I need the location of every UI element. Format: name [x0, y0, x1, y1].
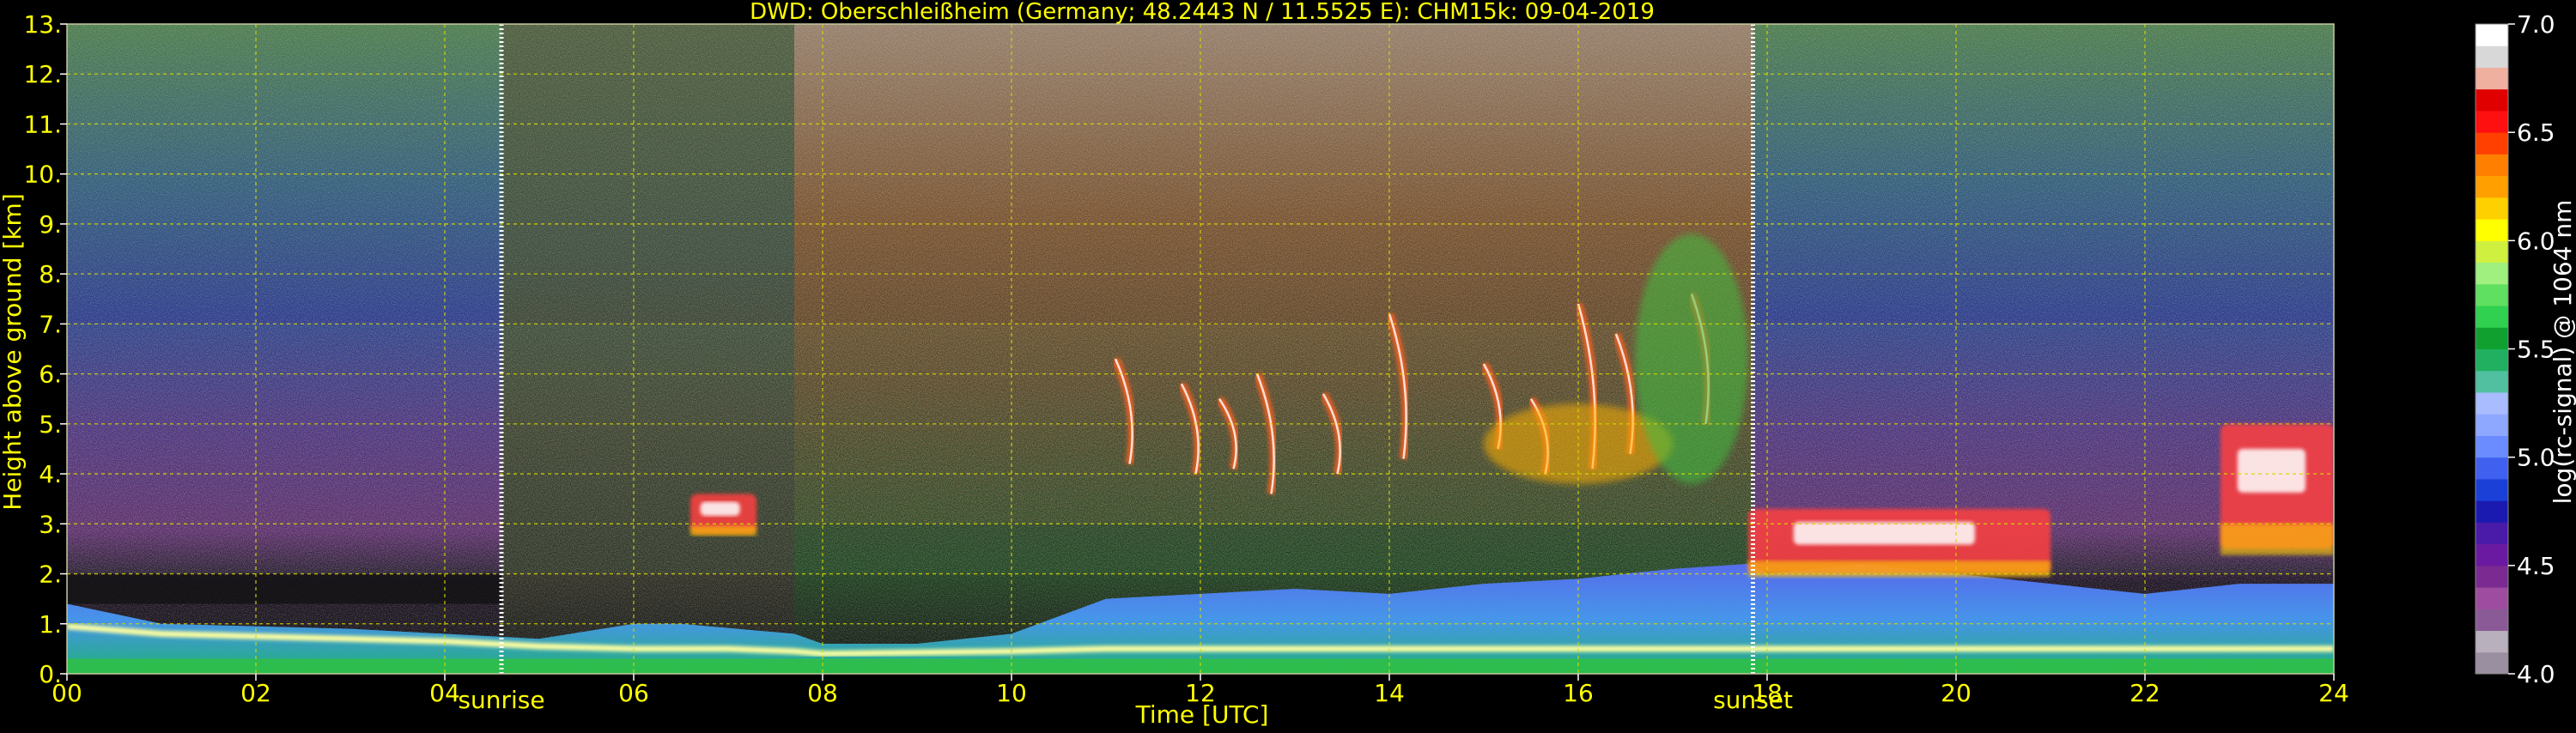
- y-axis-label: Height above ground [km]: [0, 193, 27, 511]
- colorbar-segment: [2476, 609, 2508, 632]
- x-tick-label: 10: [996, 679, 1027, 707]
- x-tick-label: 06: [618, 679, 649, 707]
- chart-title: DWD: Oberschleißheim (Germany; 48.2443 N…: [750, 0, 1655, 25]
- colorbar-segment: [2476, 24, 2508, 46]
- colorbar-segment: [2476, 110, 2508, 133]
- colorbar-segment: [2476, 327, 2508, 349]
- cloud-core: [1793, 521, 1975, 545]
- marker-label-sunrise: sunrise: [458, 686, 544, 714]
- colorbar-tick-label: 4.5: [2517, 552, 2555, 580]
- colorbar-segment: [2476, 651, 2508, 675]
- y-tick-label: 0.: [39, 660, 62, 688]
- colorbar-segment: [2476, 240, 2508, 264]
- y-tick-label: 2.: [39, 560, 62, 589]
- chart-figure: sunrise sunset 00 02 04 06 08 10 12 14 16 18 20 22 24…: [0, 0, 2576, 730]
- colorbar-segment: [2476, 391, 2508, 415]
- feature-4: [2221, 423, 2334, 555]
- x-tick-label: 14: [1374, 679, 1405, 707]
- colorbar-segment: [2476, 370, 2508, 393]
- colorbar-tick-label: 7.0: [2517, 10, 2555, 39]
- x-tick-label: 18: [1752, 679, 1783, 707]
- colorbar-segment: [2476, 435, 2508, 458]
- y-tick-label: 1.: [39, 610, 62, 639]
- x-tick-label: 24: [2318, 679, 2349, 707]
- feature-3: [1748, 508, 2050, 578]
- y-tick-label: 7.: [39, 310, 62, 338]
- x-tick-label: 16: [1563, 679, 1594, 707]
- colorbar-segment: [2476, 132, 2508, 154]
- colorbar-segment: [2476, 543, 2508, 566]
- colorbar-segment: [2476, 457, 2508, 480]
- cloud-base: [690, 525, 756, 536]
- y-tick-label: 4.: [39, 460, 62, 488]
- colorbar-segment: [2476, 587, 2508, 609]
- colorbar-segment: [2476, 197, 2508, 220]
- x-axis-label: Time [UTC]: [1135, 700, 1269, 729]
- colorbar-segment: [2476, 283, 2508, 306]
- colorbar-segment: [2476, 500, 2508, 523]
- colorbar-segment: [2476, 154, 2508, 177]
- y-tick-label: 10.: [23, 161, 62, 189]
- y-tick-label: 3.: [39, 510, 62, 538]
- chart-svg: sunrise sunset 00 02 04 06 08 10 12 14 16 18 20 22 24…: [0, 0, 2576, 729]
- colorbar-segment: [2476, 306, 2508, 328]
- colorbar-segment: [2476, 478, 2508, 501]
- colorbar-segment: [2476, 219, 2508, 241]
- x-tick-label: 08: [807, 679, 838, 707]
- colorbar-tick-label: 6.5: [2517, 118, 2555, 147]
- y-tick-label: 9.: [39, 210, 62, 239]
- feature-1: [690, 494, 756, 536]
- colorbar-segment: [2476, 262, 2508, 285]
- x-tick-label: 02: [240, 679, 271, 707]
- cloud-base: [1748, 560, 2050, 578]
- cloud-core: [700, 501, 740, 516]
- colorbar-segment: [2476, 522, 2508, 545]
- x-tick-label: 22: [2129, 679, 2160, 707]
- y-tick-label: 11.: [23, 110, 62, 138]
- colorbar-segment: [2476, 565, 2508, 588]
- colorbar: [2475, 23, 2509, 675]
- colorbar-segment: [2476, 348, 2508, 372]
- colorbar-segment: [2476, 630, 2508, 653]
- y-tick-label: 6.: [39, 360, 62, 389]
- y-axis-ticks: 0. 1. 2. 3. 4. 5. 6. 7. 8. 9. 10. 11. 12. 13.: [23, 10, 67, 688]
- y-tick-label: 13.: [23, 10, 62, 39]
- x-tick-label: 20: [1941, 679, 1971, 707]
- colorbar-label: log(rc-signal) @ 1064 nm: [2549, 200, 2576, 505]
- low-signal-band: [67, 573, 501, 604]
- y-tick-label: 8.: [39, 260, 62, 288]
- colorbar-segment: [2476, 67, 2508, 90]
- colorbar-segment: [2476, 45, 2508, 68]
- colorbar-segment: [2476, 175, 2508, 198]
- x-tick-label: 04: [429, 679, 460, 707]
- cirrus-edge: [1635, 233, 1748, 484]
- colorbar-segment: [2476, 88, 2508, 112]
- colorbar-tick-label: 4.0: [2517, 660, 2555, 688]
- y-tick-label: 12.: [23, 60, 62, 88]
- y-tick-label: 5.: [39, 410, 62, 439]
- cloud-base: [2221, 524, 2334, 555]
- cloud-core: [2237, 448, 2306, 493]
- colorbar-segment: [2476, 414, 2508, 436]
